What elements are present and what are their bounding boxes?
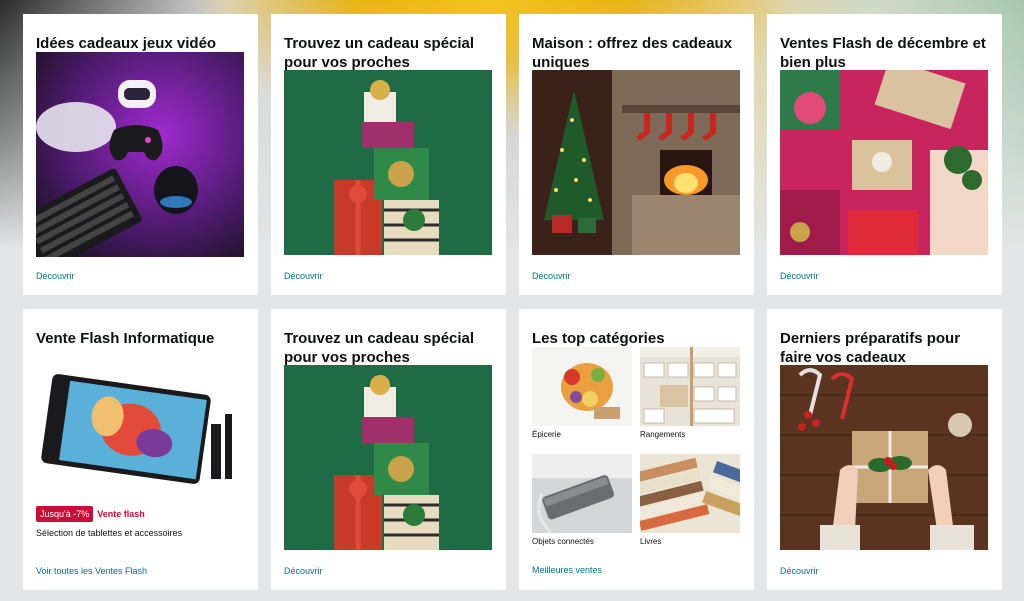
see-all-flash-sales-link[interactable]: Voir toutes les Ventes Flash bbox=[36, 566, 147, 576]
category-label: Épicerie bbox=[532, 430, 561, 439]
card-title: Idées cadeaux jeux vidéo bbox=[36, 35, 217, 52]
gift-boxes-image[interactable] bbox=[284, 365, 492, 550]
discover-link[interactable]: Découvrir bbox=[780, 566, 819, 576]
category-label: Livres bbox=[640, 537, 662, 546]
connected-objects-image bbox=[532, 454, 632, 533]
books-image bbox=[640, 454, 740, 533]
category-tile-books[interactable]: Livres bbox=[640, 454, 740, 546]
gift-boxes-image[interactable] bbox=[284, 70, 492, 255]
card-top-categories[interactable]: Les top catégories Épicerie Rangements O… bbox=[519, 309, 754, 590]
category-label: Rangements bbox=[640, 430, 686, 439]
drawing-tablet-image[interactable] bbox=[36, 369, 244, 494]
gaming-setup-image[interactable] bbox=[36, 52, 244, 257]
card-december-flash-sales[interactable]: Ventes Flash de décembre et bien plus Dé… bbox=[767, 14, 1002, 295]
gift-wrapping-image[interactable] bbox=[780, 365, 988, 550]
card-last-preparations[interactable]: Derniers préparatifs pour faire vos cade… bbox=[767, 309, 1002, 590]
discover-link[interactable]: Découvrir bbox=[284, 566, 323, 576]
card-title: Derniers préparatifs pour faire vos cade… bbox=[780, 330, 961, 366]
card-special-gift-2[interactable]: Trouvez un cadeau spécial pour vos proch… bbox=[271, 309, 506, 590]
category-tile-storage[interactable]: Rangements bbox=[640, 347, 740, 439]
category-label: Objets connectés bbox=[532, 537, 594, 546]
card-home-gifts[interactable]: Maison : offrez des cadeaux uniques Déco… bbox=[519, 14, 754, 295]
deal-description[interactable]: Sélection de tablettes et accessoires bbox=[36, 528, 182, 538]
card-title: Trouvez un cadeau spécial pour vos proch… bbox=[284, 330, 475, 366]
flash-sale-label: Vente flash bbox=[97, 509, 145, 519]
card-special-gift[interactable]: Trouvez un cadeau spécial pour vos proch… bbox=[271, 14, 506, 295]
discover-link[interactable]: Découvrir bbox=[36, 271, 75, 281]
card-title: Ventes Flash de décembre et bien plus bbox=[780, 35, 986, 71]
grocery-image bbox=[532, 347, 632, 426]
card-gaming-gifts[interactable]: Idées cadeaux jeux vidéo Découvrir bbox=[23, 14, 258, 295]
fireplace-christmas-image[interactable] bbox=[532, 70, 740, 255]
wrapped-presents-image[interactable] bbox=[780, 70, 988, 255]
discount-badge: Jusqu'à -7% bbox=[36, 506, 94, 522]
category-tile-connected-objects[interactable]: Objets connectés bbox=[532, 454, 632, 546]
category-tile-grocery[interactable]: Épicerie bbox=[532, 347, 632, 439]
card-title: Les top catégories bbox=[532, 330, 665, 347]
discover-link[interactable]: Découvrir bbox=[532, 271, 571, 281]
best-sellers-link[interactable]: Meilleures ventes bbox=[532, 565, 602, 575]
card-computing-flash-sale[interactable]: Vente Flash Informatique Jusqu'à -7% Vent… bbox=[23, 309, 258, 590]
deal-badge-row: Jusqu'à -7% Vente flash Sélection de tabl… bbox=[36, 504, 182, 538]
card-title: Maison : offrez des cadeaux uniques bbox=[532, 35, 733, 71]
discover-link[interactable]: Découvrir bbox=[780, 271, 819, 281]
discover-link[interactable]: Découvrir bbox=[284, 271, 323, 281]
storage-image bbox=[640, 347, 740, 426]
card-title: Vente Flash Informatique bbox=[36, 330, 215, 347]
card-title: Trouvez un cadeau spécial pour vos proch… bbox=[284, 35, 475, 71]
